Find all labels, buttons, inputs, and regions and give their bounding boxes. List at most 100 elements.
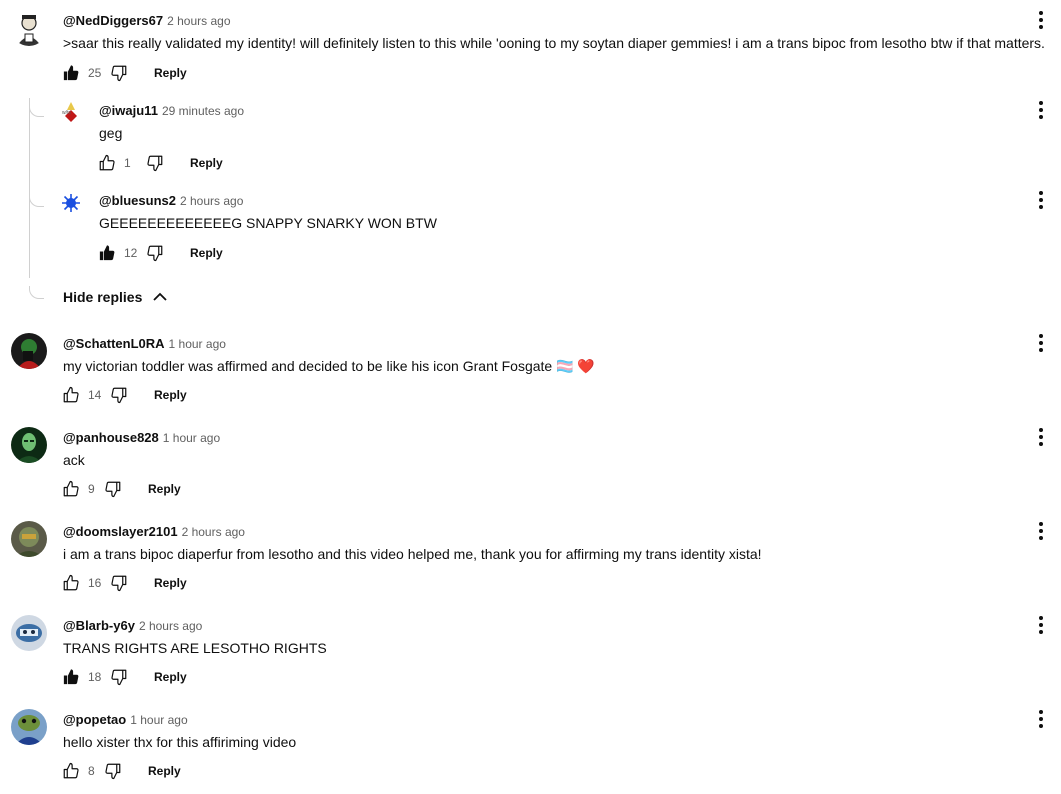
like-button[interactable] — [62, 386, 80, 404]
like-count: 25 — [88, 66, 102, 80]
reply-button[interactable]: Reply — [154, 388, 187, 402]
comment-thread: @doomslayer2101 2 hours ago i am a trans… — [0, 512, 1061, 602]
like-icon — [62, 574, 80, 592]
like-count: 12 — [124, 246, 138, 260]
like-button[interactable] — [62, 480, 80, 498]
comment-author[interactable]: @iwaju11 — [99, 103, 158, 118]
reply-button[interactable]: Reply — [190, 156, 223, 170]
avatar[interactable] — [11, 333, 47, 369]
avatar[interactable] — [11, 427, 47, 463]
comment-thread: @Blarb-y6y 2 hours ago TRANS RIGHTS ARE … — [0, 606, 1061, 696]
like-count: 8 — [88, 764, 95, 778]
comment-text: >saar this really validated my identity!… — [63, 35, 1045, 51]
comment-timestamp[interactable]: 2 hours ago — [167, 14, 230, 28]
reply-button[interactable]: Reply — [154, 670, 187, 684]
comment-timestamp[interactable]: 2 hours ago — [180, 194, 243, 208]
thread-connector — [29, 286, 44, 299]
dislike-icon — [110, 668, 128, 686]
like-icon — [62, 480, 80, 498]
like-button[interactable] — [62, 668, 80, 686]
svg-text:w/ts: w/ts — [62, 110, 71, 116]
comment-text: hello xister thx for this affiriming vid… — [63, 734, 297, 750]
avatar[interactable] — [11, 615, 47, 651]
more-vert-icon[interactable] — [1037, 190, 1045, 210]
reply-button[interactable]: Reply — [148, 482, 181, 496]
avatar[interactable] — [59, 191, 83, 215]
hide-replies-label: Hide replies — [63, 289, 143, 305]
dislike-icon — [110, 574, 128, 592]
comment-text: ack — [63, 452, 85, 468]
dislike-icon — [104, 480, 122, 498]
reply-comment: w/ts @iwaju11 29 minutes ago geg 1 Reply — [0, 92, 1061, 182]
like-filled-icon — [62, 668, 80, 686]
comment-author[interactable]: @popetao — [63, 712, 126, 727]
dislike-button[interactable] — [146, 244, 164, 262]
like-icon — [98, 154, 116, 172]
avatar[interactable] — [11, 709, 47, 745]
comment-timestamp[interactable]: 1 hour ago — [130, 713, 187, 727]
comment-author[interactable]: @panhouse828 — [63, 430, 159, 445]
hide-replies-button[interactable]: Hide replies — [63, 289, 168, 305]
comment-thread: @panhouse828 1 hour ago ack 9 Reply — [0, 418, 1061, 508]
dislike-button[interactable] — [104, 762, 122, 780]
like-button[interactable] — [62, 64, 80, 82]
comment-timestamp[interactable]: 2 hours ago — [139, 619, 202, 633]
comment-timestamp[interactable]: 29 minutes ago — [162, 104, 244, 118]
dislike-button[interactable] — [110, 668, 128, 686]
avatar[interactable]: w/ts — [59, 100, 83, 124]
comment-author[interactable]: @SchattenL0RA — [63, 336, 165, 351]
dislike-button[interactable] — [104, 480, 122, 498]
comment-thread: @popetao 1 hour ago hello xister thx for… — [0, 700, 1061, 794]
like-button[interactable] — [62, 762, 80, 780]
comment-author[interactable]: @bluesuns2 — [99, 193, 176, 208]
more-vert-icon[interactable] — [1037, 10, 1045, 30]
comment-timestamp[interactable]: 2 hours ago — [182, 525, 245, 539]
reply-button[interactable]: Reply — [190, 246, 223, 260]
more-vert-icon[interactable] — [1037, 100, 1045, 120]
dislike-icon — [146, 154, 164, 172]
comment-thread: @SchattenL0RA 1 hour ago my victorian to… — [0, 324, 1061, 414]
reply-button[interactable]: Reply — [148, 764, 181, 778]
comment-author[interactable]: @NedDiggers67 — [63, 13, 163, 28]
dislike-icon — [146, 244, 164, 262]
comment-text: TRANS RIGHTS ARE LESOTHO RIGHTS — [63, 640, 327, 656]
more-vert-icon[interactable] — [1037, 521, 1045, 541]
comment-thread: @NedDiggers67 2 hours ago >saar this rea… — [0, 0, 1061, 90]
comment-text: my victorian toddler was affirmed and de… — [63, 358, 595, 374]
more-vert-icon[interactable] — [1037, 615, 1045, 635]
comment-text: GEEEEEEEEEEEEEG SNAPPY SNARKY WON BTW — [99, 215, 437, 231]
avatar[interactable] — [11, 10, 47, 46]
dislike-icon — [110, 386, 128, 404]
comment-author[interactable]: @doomslayer2101 — [63, 524, 178, 539]
reply-comment: @bluesuns2 2 hours ago GEEEEEEEEEEEEEG S… — [0, 182, 1061, 272]
comment-text: i am a trans bipoc diaperfur from lesoth… — [63, 546, 762, 562]
like-count: 9 — [88, 482, 95, 496]
more-vert-icon[interactable] — [1037, 709, 1045, 729]
comment-text: geg — [99, 125, 123, 141]
like-icon — [62, 386, 80, 404]
comment-author[interactable]: @Blarb-y6y — [63, 618, 135, 633]
like-button[interactable] — [62, 574, 80, 592]
like-filled-icon — [98, 244, 116, 262]
like-count: 18 — [88, 670, 102, 684]
avatar[interactable] — [11, 521, 47, 557]
dislike-icon — [104, 762, 122, 780]
like-count: 16 — [88, 576, 102, 590]
like-filled-icon — [62, 64, 80, 82]
more-vert-icon[interactable] — [1037, 427, 1045, 447]
dislike-icon — [110, 64, 128, 82]
dislike-button[interactable] — [110, 64, 128, 82]
like-icon — [62, 762, 80, 780]
comment-timestamp[interactable]: 1 hour ago — [163, 431, 220, 445]
like-count: 1 — [124, 156, 131, 170]
like-button[interactable] — [98, 154, 116, 172]
comment-timestamp[interactable]: 1 hour ago — [169, 337, 226, 351]
dislike-button[interactable] — [110, 574, 128, 592]
reply-button[interactable]: Reply — [154, 576, 187, 590]
like-count: 14 — [88, 388, 102, 402]
reply-button[interactable]: Reply — [154, 66, 187, 80]
like-button[interactable] — [98, 244, 116, 262]
dislike-button[interactable] — [110, 386, 128, 404]
more-vert-icon[interactable] — [1037, 333, 1045, 353]
dislike-button[interactable] — [146, 154, 164, 172]
